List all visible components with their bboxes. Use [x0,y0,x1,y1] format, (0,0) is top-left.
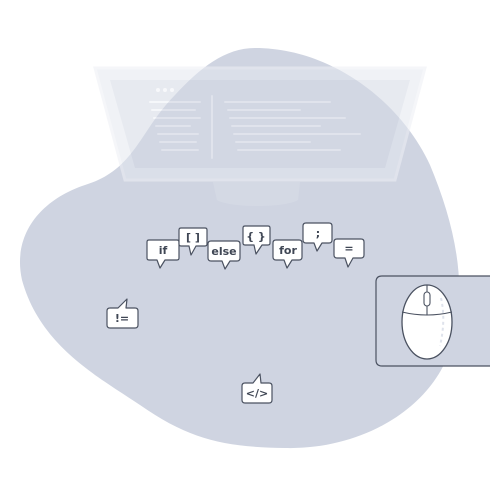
code-bubble-braces-label: { } [246,230,266,243]
code-bubble-not-equal-label: != [115,312,129,325]
code-bubble-if-label: if [159,244,168,257]
code-bubble-html-tag-label: </> [246,387,268,400]
coding-illustration: if [ ] else { } for ; = != </> [19,48,490,449]
code-bubble-semicolon-label: ; [316,227,320,240]
code-bubble-equals-label: = [344,242,353,255]
code-bubble-brackets-label: [ ] [186,231,200,244]
code-bubble-else-label: else [211,245,236,258]
mouse-icon [375,275,490,367]
code-bubble-for-label: for [279,244,297,257]
